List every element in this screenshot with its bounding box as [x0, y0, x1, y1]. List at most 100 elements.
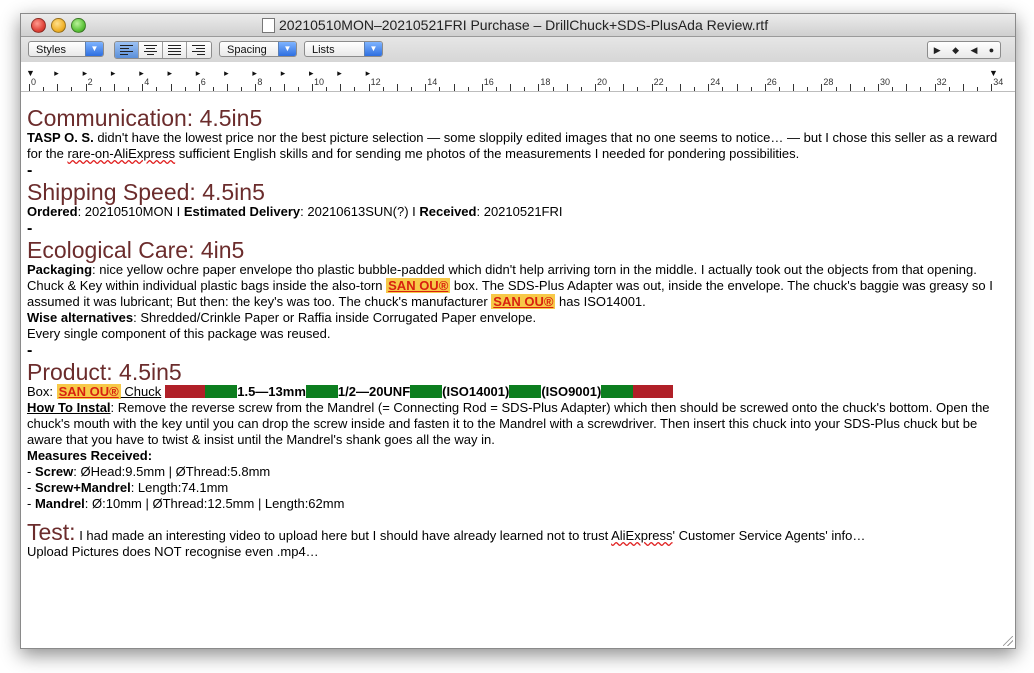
ruler-tick: [694, 87, 696, 91]
styles-popup[interactable]: Styles ▼: [28, 41, 104, 57]
ruler-tick: [198, 84, 200, 91]
title-bar[interactable]: 20210510MON–20210521FRI Purchase – Drill…: [21, 14, 1015, 37]
ruler[interactable]: ▼ ▸ ▸ ▸ ▸ ▸ ▸ ▸ ▸ ▸ ▸ ▸ ▸ ▼ 0 2 4 6 8 10 12 14 16 18 20 22 24 26 28…: [21, 63, 1015, 92]
minimize-button[interactable]: [51, 18, 66, 33]
align-justify-button[interactable]: [163, 42, 187, 58]
chevron-down-icon: ▼: [85, 42, 103, 56]
resize-grip-icon[interactable]: [1003, 636, 1013, 646]
received-value: : 20210521FRI: [476, 204, 563, 219]
ruler-tick: [439, 87, 441, 91]
measures-label: Measures Received: [27, 448, 148, 463]
ruler-tick: [57, 84, 59, 91]
test-paragraph: Test: I had made an interesting video to…: [27, 521, 1007, 544]
ruler-tick: [623, 84, 625, 91]
align-right-button[interactable]: [187, 42, 211, 58]
ruler-tick: [835, 87, 837, 91]
ruler-tick: [807, 87, 809, 91]
misspelled-word: AliExpress: [611, 528, 673, 543]
ruler-label: 28: [823, 77, 834, 87]
ruler-tick: [722, 87, 724, 91]
document-window: 20210510MON–20210521FRI Purchase – Drill…: [20, 13, 1016, 649]
ruler-tick: [778, 87, 780, 91]
ecological-heading: Ecological Care: 4in5: [27, 237, 245, 263]
measure-label: Screw+Mandrel: [34, 480, 131, 495]
ruler-tick: [849, 84, 851, 91]
estimated-label: Estimated Delivery: [183, 204, 301, 219]
ruler-tick: [453, 84, 455, 91]
ruler-tick: [326, 87, 328, 91]
measures-colon: :: [147, 448, 153, 463]
zoom-button[interactable]: [71, 18, 86, 33]
align-center-button[interactable]: [139, 42, 163, 58]
ruler-tick: [708, 84, 710, 91]
separator: -: [27, 342, 33, 359]
rtf-document-icon: [262, 18, 275, 33]
ruler-tick: [609, 87, 611, 91]
spec-size: 1.5—13mm: [237, 384, 306, 399]
packaging-label: Packaging: [27, 262, 93, 277]
ruler-tick: [878, 84, 879, 91]
ruler-tick: [595, 84, 596, 91]
ruler-tick: [99, 87, 101, 91]
seller-name: TASP O. S.: [27, 130, 94, 145]
ruler-tick: [43, 87, 45, 91]
format-toolbar: Styles ▼ Spacing ▼ Lists ▼ ▶ ◆ ◀ ●: [21, 37, 1015, 62]
ruler-tick: [142, 84, 144, 91]
ruler-label: 12: [370, 77, 381, 87]
ruler-tick: [962, 84, 964, 91]
ruler-tick: [637, 87, 639, 91]
spacing-popup[interactable]: Spacing ▼: [219, 41, 297, 57]
red-block: [165, 385, 206, 398]
ruler-tick: [481, 84, 483, 91]
ruler-label: 8: [257, 77, 263, 87]
lists-popup[interactable]: Lists ▼: [304, 41, 383, 57]
ruler-tick: [85, 84, 87, 91]
communication-paragraph: TASP O. S. didn't have the lowest price …: [27, 130, 1007, 162]
close-button[interactable]: [31, 18, 46, 33]
ruler-tick: [269, 87, 271, 91]
document-body[interactable]: Communication: 4.5in5 TASP O. S. didn't …: [27, 106, 1007, 560]
right-tab-icon[interactable]: ◀: [970, 45, 977, 56]
brand-badge: SAN OU®: [491, 294, 556, 309]
ruler-tick: [651, 84, 653, 91]
brand-badge: SAN OU®: [56, 384, 121, 399]
ruler-label: 18: [540, 77, 551, 87]
measure-prefix: -: [27, 464, 35, 479]
ruler-tick: [991, 84, 993, 91]
measures-heading: Measures Received:: [27, 448, 1007, 464]
align-left-button[interactable]: [115, 42, 139, 58]
measure-value: : Ø:10mm | ØThread:12.5mm | Length:62mm: [84, 496, 345, 511]
shipping-heading: Shipping Speed: 4.5in5: [27, 179, 265, 205]
shipping-paragraph: Ordered: 20210510MON I Estimated Deliver…: [27, 204, 1007, 220]
ruler-label: 4: [144, 77, 150, 87]
tab-stop-control[interactable]: ▶ ◆ ◀ ●: [927, 41, 1001, 59]
ruler-tick: [821, 84, 823, 91]
ruler-tick: [948, 87, 950, 91]
measure-label: Screw: [34, 464, 74, 479]
ruler-tick: [255, 84, 257, 91]
green-block: [601, 385, 634, 398]
ruler-tick: [679, 84, 681, 91]
ruler-tick: [283, 84, 285, 91]
window-title: 20210510MON–20210521FRI Purchase – Drill…: [279, 17, 769, 33]
ruler-tick: [510, 84, 512, 91]
ruler-label: 22: [653, 77, 664, 87]
decimal-tab-icon[interactable]: ●: [989, 45, 994, 55]
ordered-value: : 20210510MON I: [77, 204, 184, 219]
center-tab-icon[interactable]: ◆: [952, 45, 959, 56]
ruler-label: 14: [427, 77, 438, 87]
left-tab-icon[interactable]: ▶: [934, 45, 941, 56]
ruler-tick: [495, 87, 497, 91]
ruler-label: 24: [710, 77, 721, 87]
ruler-tick: [977, 87, 979, 91]
red-block: [633, 385, 674, 398]
ruler-tick: [227, 84, 229, 91]
ruler-tick: [580, 87, 582, 91]
communication-text-end: sufficient English skills and for sendin…: [175, 146, 800, 161]
ruler-tick: [524, 87, 526, 91]
ruler-tick: [411, 87, 413, 91]
green-block: [509, 385, 542, 398]
install-text: : Remove the reverse screw from the Mand…: [27, 400, 990, 447]
test-line-2: Upload Pictures does NOT recognise even …: [27, 544, 319, 559]
styles-label: Styles: [36, 44, 66, 56]
